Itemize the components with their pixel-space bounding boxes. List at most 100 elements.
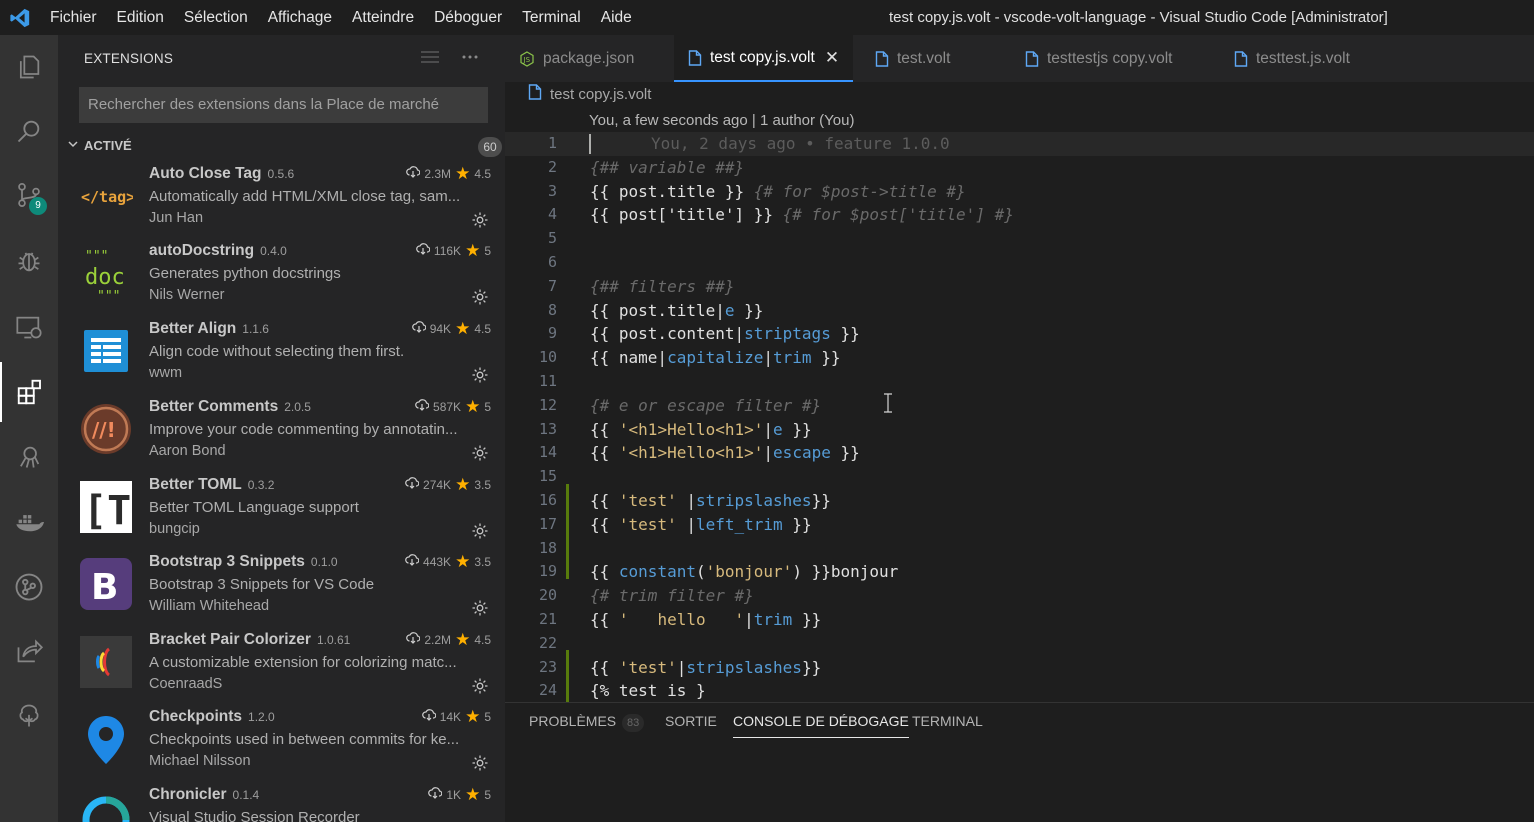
menu-affichage[interactable]: Affichage bbox=[258, 0, 342, 35]
tab-package-json[interactable]: JS package.json bbox=[519, 35, 669, 82]
code-line: 9{{ post.content|striptags }} bbox=[547, 324, 860, 344]
svg-text:""": """ bbox=[85, 249, 108, 264]
extension-item[interactable]: Checkpoints 1.2.0 14K ★ 5 Checkpoints used … bbox=[58, 706, 505, 784]
close-icon[interactable]: ✕ bbox=[825, 48, 839, 68]
gear-icon[interactable] bbox=[471, 211, 489, 234]
extension-item[interactable]: B Bootstrap 3 Snippets 0.1.0 443K ★ 3.5 Boo… bbox=[58, 551, 505, 629]
extension-item[interactable]: Chronicler 0.1.4 1K ★ 5 Visual Studio Sessi… bbox=[58, 784, 505, 822]
tab-testtestjs-copy-volt[interactable]: testtestjs copy.volt bbox=[1025, 35, 1172, 82]
code-line: 8{{ post.title|e }} bbox=[547, 300, 764, 320]
code-editor[interactable]: 1 You, 2 days ago • feature 1.0.0 2 {## va… bbox=[505, 132, 1534, 702]
explorer-icon[interactable] bbox=[0, 37, 58, 97]
file-icon bbox=[1025, 50, 1039, 67]
extension-author: Michael Nilsson bbox=[149, 753, 251, 769]
ibeam-cursor-icon bbox=[882, 393, 894, 418]
tab-testtest-js-volt[interactable]: testtest.js.volt bbox=[1234, 35, 1350, 82]
extension-stats: 116K ★ 5 bbox=[416, 240, 491, 260]
code-line: 14{{ '<h1>Hello<h1>'|escape }} bbox=[538, 443, 860, 463]
search-icon[interactable] bbox=[0, 101, 58, 161]
text-cursor bbox=[589, 134, 591, 154]
extension-name: autoDocstring 0.4.0 bbox=[149, 242, 287, 259]
problems-count-badge: 83 bbox=[622, 714, 645, 732]
section-enabled[interactable]: ACTIVÉ 60 bbox=[58, 135, 505, 157]
extension-item[interactable]: Better Align 1.1.6 94K ★ 4.5 Align code wit… bbox=[58, 318, 505, 396]
extension-description: Visual Studio Session Recorder bbox=[149, 809, 360, 822]
extension-item[interactable]: </tag> Auto Close Tag 0.5.6 2.3M ★ 4.5 Auto… bbox=[58, 163, 505, 241]
git-graph-icon[interactable] bbox=[0, 557, 58, 617]
panel-tab-terminal[interactable]: TERMINAL bbox=[912, 713, 983, 729]
file-icon bbox=[1234, 50, 1248, 67]
gear-icon[interactable] bbox=[471, 288, 489, 311]
gear-icon[interactable] bbox=[471, 366, 489, 389]
gear-icon[interactable] bbox=[471, 754, 489, 777]
extension-item[interactable]: //! Better Comments 2.0.5 587K ★ 5 Improve … bbox=[58, 396, 505, 474]
panel-tab-console-debogage[interactable]: CONSOLE DE DÉBOGAGE bbox=[733, 713, 909, 738]
extension-author: Nils Werner bbox=[149, 287, 225, 303]
extensions-icon[interactable] bbox=[0, 362, 58, 422]
code-line: 13{{ '<h1>Hello<h1>'|e }} bbox=[538, 419, 812, 439]
activity-bar: 9 bbox=[0, 35, 58, 822]
panel-tab-sortie[interactable]: SORTIE bbox=[665, 713, 717, 729]
sidebar-title: EXTENSIONS bbox=[84, 51, 174, 66]
code-line: 5 bbox=[547, 229, 557, 248]
extensions-search-input[interactable]: Rechercher des extensions dans la Place … bbox=[79, 87, 488, 123]
extension-stats: 587K ★ 5 bbox=[415, 398, 491, 415]
extension-item[interactable]: Bracket Pair Colorizer 1.0.61 2.2M ★ 4.5 A … bbox=[58, 629, 505, 707]
code-line: 2 {## variable ##} bbox=[547, 157, 745, 177]
docker-icon[interactable] bbox=[0, 492, 58, 552]
chronicler-icon bbox=[79, 790, 133, 822]
gear-icon[interactable] bbox=[471, 522, 489, 545]
extension-description: Checkpoints used in between commits for … bbox=[149, 731, 460, 748]
more-actions-icon[interactable] bbox=[460, 49, 480, 70]
star-icon: ★ bbox=[465, 240, 481, 260]
download-icon bbox=[428, 787, 443, 802]
debug-icon[interactable] bbox=[0, 231, 58, 291]
menu-fichier[interactable]: Fichier bbox=[40, 0, 107, 35]
toml-icon: [T] bbox=[79, 480, 155, 534]
breadcrumb[interactable]: test copy.js.volt bbox=[528, 84, 651, 104]
gear-icon[interactable] bbox=[471, 599, 489, 622]
tree-icon[interactable] bbox=[0, 686, 58, 746]
extension-author: Aaron Bond bbox=[149, 443, 226, 459]
panel-tab-problemes[interactable]: PROBLÈMES 83 bbox=[529, 713, 645, 732]
menu-selection[interactable]: Sélection bbox=[174, 0, 258, 35]
menu-edition[interactable]: Edition bbox=[107, 0, 174, 35]
extension-name: Checkpoints 1.2.0 bbox=[149, 708, 275, 725]
live-share-icon[interactable] bbox=[0, 622, 58, 682]
gear-icon[interactable] bbox=[471, 677, 489, 700]
extension-author: wwm bbox=[149, 365, 183, 381]
menu-deboguer[interactable]: Déboguer bbox=[424, 0, 512, 35]
extensions-sidebar: EXTENSIONS Rechercher des extensions dan… bbox=[58, 35, 505, 822]
extension-name: Better Align 1.1.6 bbox=[149, 320, 269, 337]
tab-test-volt[interactable]: test.volt bbox=[875, 35, 950, 82]
octopus-icon[interactable] bbox=[0, 427, 58, 487]
code-line: 10{{ name|capitalize|trim }} bbox=[538, 348, 841, 368]
git-blame-codelens[interactable]: You, a few seconds ago | 1 author (You) bbox=[589, 112, 854, 129]
code-line: 21{{ ' hello '|trim }} bbox=[538, 610, 822, 629]
tab-test-copy-js-volt[interactable]: test copy.js.volt ✕ bbox=[674, 35, 854, 82]
svg-text:B: B bbox=[91, 567, 118, 608]
clear-filter-icon[interactable] bbox=[420, 49, 440, 70]
source-control-icon[interactable]: 9 bbox=[0, 165, 58, 225]
star-icon: ★ bbox=[455, 163, 471, 183]
gear-icon[interactable] bbox=[471, 444, 489, 467]
extension-name: Auto Close Tag 0.5.6 bbox=[149, 165, 295, 182]
extension-description: Automatically add HTML/XML close tag, sa… bbox=[149, 188, 461, 205]
remote-explorer-icon[interactable] bbox=[0, 297, 58, 357]
star-icon: ★ bbox=[465, 706, 481, 726]
extension-description: Align code without selecting them first. bbox=[149, 343, 405, 360]
extension-author: bungcip bbox=[149, 521, 200, 537]
extension-description: Improve your code commenting by annotati… bbox=[149, 421, 458, 438]
extension-name: Bracket Pair Colorizer 1.0.61 bbox=[149, 631, 351, 648]
download-icon bbox=[406, 632, 421, 647]
extension-stats: 443K ★ 3.5 bbox=[405, 553, 491, 570]
menu-aide[interactable]: Aide bbox=[591, 0, 642, 35]
menu-terminal[interactable]: Terminal bbox=[512, 0, 591, 35]
download-icon bbox=[405, 554, 420, 569]
menu-atteindre[interactable]: Atteindre bbox=[342, 0, 424, 35]
title-bar: Fichier Edition Sélection Affichage Atte… bbox=[0, 0, 1534, 35]
extension-stats: 1K ★ 5 bbox=[428, 786, 491, 803]
extension-item[interactable]: [T] Better TOML0.3.2 274K★3.5 Better TOM… bbox=[58, 474, 505, 552]
extension-item[interactable]: """ doc """ autoDocstring 0.4.0 116K ★ 5 Gene… bbox=[58, 240, 505, 318]
nodejs-file-icon: JS bbox=[519, 50, 535, 67]
